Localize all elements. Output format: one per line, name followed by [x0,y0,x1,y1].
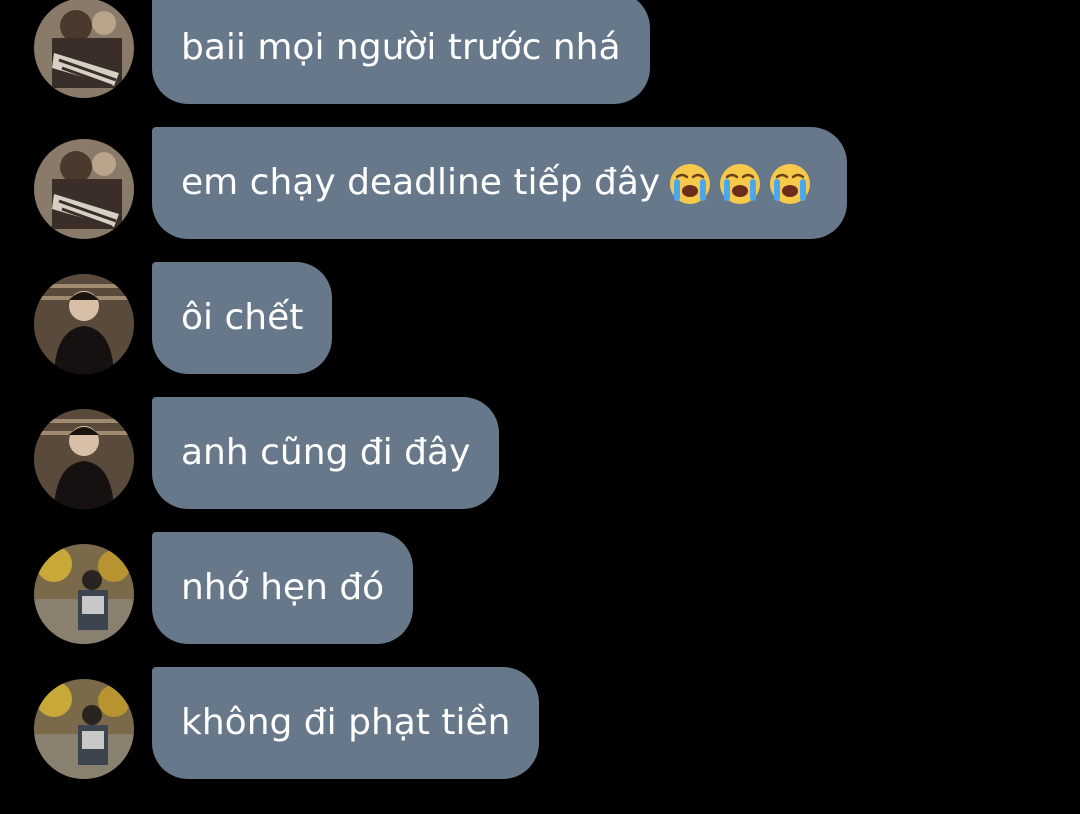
avatar-user-c[interactable] [34,679,134,779]
message-row: em chạy deadline tiếp đây [0,127,1080,239]
message-bubble[interactable]: anh cũng đi đây [152,397,500,509]
message-bubble[interactable]: baii mọi người trước nhá [152,0,650,104]
loudly-crying-face-icon [718,162,762,206]
avatar-user-b[interactable] [34,274,134,374]
message-text: không đi phạt tiền [181,702,511,743]
message-row: ôi chết [0,262,1080,374]
message-text: em chạy deadline tiếp đây [181,162,661,203]
avatar-user-a[interactable] [34,139,134,239]
message-bubble[interactable]: ôi chết [152,262,333,374]
loudly-crying-face-icon [668,162,712,206]
message-text: ôi chết [181,297,304,338]
message-bubble[interactable]: em chạy deadline tiếp đây [152,127,848,239]
avatar-user-c[interactable] [34,544,134,644]
loudly-crying-face-icon [768,162,812,206]
message-bubble[interactable]: nhớ hẹn đó [152,532,414,644]
message-row: anh cũng đi đây [0,397,1080,509]
emoji-group [668,162,818,206]
chat-thread: baii mọi người trước nhá em chạy deadlin… [0,0,1080,814]
message-bubble[interactable]: không đi phạt tiền [152,667,540,779]
message-row: baii mọi người trước nhá [0,0,1080,104]
message-row: nhớ hẹn đó [0,532,1080,644]
message-text: nhớ hẹn đó [181,567,385,608]
avatar-user-b[interactable] [34,409,134,509]
message-text: anh cũng đi đây [181,432,471,473]
avatar-user-a[interactable] [34,0,134,98]
message-row: không đi phạt tiền [0,667,1080,779]
message-text: baii mọi người trước nhá [181,27,621,68]
